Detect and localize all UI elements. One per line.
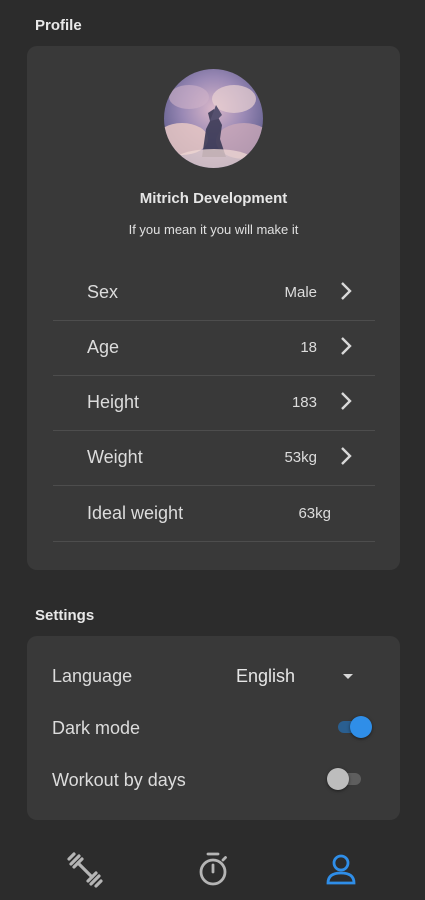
profile-name: Mitrich Development xyxy=(139,190,288,207)
profile-row-ideal-weight: Ideal weight 63kg xyxy=(53,487,375,542)
profile-row-sex[interactable]: Sex Male xyxy=(53,266,375,321)
row-label: Height xyxy=(87,392,140,412)
settings-card: Language English Dark mode Workout by da… xyxy=(27,636,400,820)
stopwatch-icon xyxy=(199,852,227,886)
row-value: 18 xyxy=(300,339,317,356)
chevron-right-icon xyxy=(341,337,352,355)
dark-mode-toggle[interactable] xyxy=(336,716,372,738)
person-icon xyxy=(326,854,356,885)
avatar[interactable] xyxy=(164,69,263,168)
dark-mode-label: Dark mode xyxy=(52,718,141,738)
workout-by-days-label: Workout by days xyxy=(52,770,186,790)
chevron-right-icon xyxy=(341,282,352,300)
nav-timer-button[interactable] xyxy=(193,850,233,890)
workout-by-days-toggle[interactable] xyxy=(327,768,363,790)
profile-motto: If you mean it you will make it xyxy=(128,222,299,237)
settings-section-title: Settings xyxy=(35,607,95,624)
bottom-nav xyxy=(0,840,425,900)
row-label: Ideal weight xyxy=(87,503,184,523)
row-label: Age xyxy=(87,337,120,357)
profile-row-age[interactable]: Age 18 xyxy=(53,321,375,376)
profile-row-height[interactable]: Height 183 xyxy=(53,376,375,431)
row-value: Male xyxy=(284,284,317,301)
language-label: Language xyxy=(52,666,133,686)
profile-card: Mitrich Development If you mean it you w… xyxy=(27,46,400,570)
profile-section-title: Profile xyxy=(35,17,82,34)
row-value: 53kg xyxy=(284,449,317,466)
row-label: Sex xyxy=(87,282,119,302)
avatar-image xyxy=(164,69,263,168)
toggle-knob xyxy=(350,716,372,738)
profile-screen: Profile Mitrich Development If you mean … xyxy=(0,0,425,900)
dropdown-caret-icon[interactable] xyxy=(343,674,353,679)
chevron-right-icon xyxy=(341,447,352,465)
toggle-knob xyxy=(327,768,349,790)
row-label: Weight xyxy=(87,447,143,467)
nav-workouts-button[interactable] xyxy=(65,850,105,890)
dumbbell-icon xyxy=(67,852,103,888)
profile-row-weight[interactable]: Weight 53kg xyxy=(53,431,375,486)
chevron-right-icon xyxy=(341,392,352,410)
row-value: 63kg xyxy=(298,505,331,522)
nav-profile-button[interactable] xyxy=(321,850,361,890)
language-select[interactable]: English xyxy=(236,666,295,687)
row-value: 183 xyxy=(291,394,317,411)
